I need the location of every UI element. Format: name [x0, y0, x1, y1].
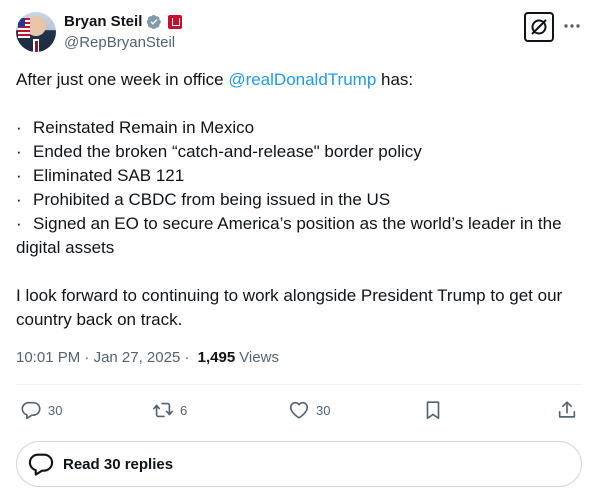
- bullet-text: Ended the broken “catch-and-release" bor…: [33, 142, 422, 161]
- bullet-marker: ·: [16, 190, 22, 209]
- intro-suffix: has:: [376, 70, 414, 89]
- affiliation-badge-icon[interactable]: [168, 15, 183, 29]
- bullet-continuation: digital assets: [16, 238, 115, 257]
- reply-count: 30: [48, 402, 63, 418]
- bullet-text: Eliminated SAB 121: [33, 166, 185, 185]
- verified-badge-icon: [147, 14, 162, 30]
- bullet-marker: ·: [16, 142, 22, 161]
- grok-button[interactable]: [524, 12, 554, 42]
- like-button[interactable]: 30: [288, 396, 330, 424]
- post-date[interactable]: Jan 27, 2025: [94, 348, 181, 368]
- repost-button[interactable]: 6: [152, 396, 187, 424]
- bullet-item: · Ended the broken “catch-and-release" bo…: [16, 140, 582, 164]
- intro-text: After just one week in office: [16, 70, 229, 89]
- bullet-marker: ·: [16, 118, 22, 137]
- post-intro: After just one week in office @realDonal…: [16, 68, 582, 92]
- share-icon: [558, 401, 576, 418]
- post-text: After just one week in office @realDonal…: [16, 68, 582, 332]
- bookmark-icon: [426, 401, 440, 420]
- bullet-text: Signed an EO to secure America’s positio…: [33, 214, 562, 233]
- read-replies-label: Read 30 replies: [63, 455, 174, 473]
- author-name[interactable]: Bryan Steil: [64, 13, 142, 31]
- reply-button[interactable]: 30: [20, 396, 62, 424]
- bullet-item: · Reinstated Remain in Mexico: [16, 116, 582, 140]
- divider: [16, 384, 582, 385]
- views-label: Views: [239, 349, 279, 366]
- meta-separator: ·: [80, 349, 94, 366]
- repost-count: 6: [180, 402, 188, 418]
- author-handle[interactable]: @RepBryanSteil: [64, 34, 175, 52]
- read-replies-button[interactable]: Read 30 replies: [16, 441, 582, 487]
- views-count: 1,495: [197, 349, 236, 366]
- bullet-marker: ·: [16, 214, 22, 233]
- grok-icon: [531, 19, 547, 35]
- post-header: Bryan Steil @RepBryanSteil: [16, 12, 582, 54]
- repost-icon: [153, 402, 173, 418]
- more-dots-icon: [564, 24, 580, 28]
- bullet-text: Reinstated Remain in Mexico: [33, 118, 255, 137]
- more-button[interactable]: [562, 16, 582, 36]
- action-bar: 30 6 30: [16, 396, 582, 424]
- post-time[interactable]: 10:01 PM: [16, 348, 80, 368]
- post-meta: 10:01 PM · Jan 27, 2025 · 1,495 Views: [16, 348, 279, 368]
- author-name-row: Bryan Steil: [64, 13, 183, 31]
- post-closing: I look forward to continuing to work alo…: [16, 286, 563, 329]
- mention-link[interactable]: @realDonaldTrump: [228, 70, 376, 89]
- reply-bubble-icon: [28, 453, 54, 476]
- bullet-text: Prohibited a CBDC from being issued in t…: [33, 190, 391, 209]
- like-count: 30: [316, 402, 331, 418]
- share-button[interactable]: [556, 396, 578, 424]
- avatar[interactable]: [16, 12, 56, 52]
- bullet-item: · Eliminated SAB 121: [16, 164, 582, 188]
- heart-icon: [289, 401, 309, 419]
- bullet-marker: ·: [16, 166, 22, 185]
- bullet-item: · Prohibited a CBDC from being issued in …: [16, 188, 582, 212]
- reply-icon: [21, 401, 41, 420]
- meta-separator: ·: [180, 349, 194, 366]
- bullet-item: · Signed an EO to secure America’s positi…: [16, 212, 582, 236]
- bookmark-button[interactable]: [422, 396, 444, 424]
